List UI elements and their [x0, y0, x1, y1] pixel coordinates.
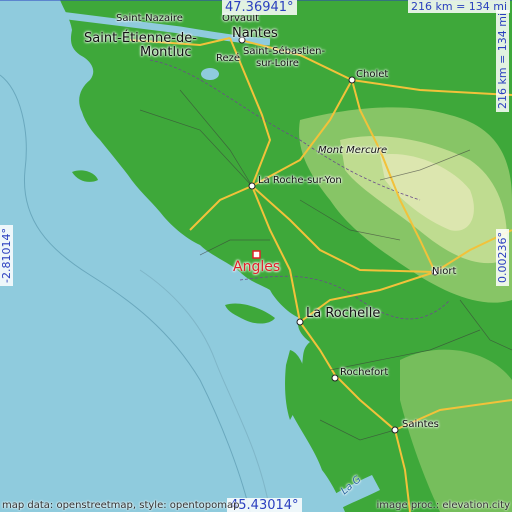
coord-top: 47.36941°	[222, 0, 297, 15]
scale-vertical: 216 km = 134 mi	[496, 9, 509, 112]
target-label: Angles	[233, 259, 281, 275]
attribution-image-proc: image proc.: elevation.city	[376, 500, 511, 511]
coord-left: -2.81014°	[0, 225, 13, 286]
city-label-reze: Rezé	[216, 53, 241, 64]
attribution-map-data: map data: openstreetmap, style: opentopo…	[2, 500, 240, 511]
city-label-rochefort: Rochefort	[340, 367, 389, 378]
city-label-saint-etienne-2: Montluc	[140, 45, 192, 60]
city-label-saintes: Saintes	[402, 419, 439, 430]
city-label-mont-mercure: Mont Mercure	[318, 145, 388, 156]
city-label-saint-nazaire: Saint-Nazaire	[116, 13, 183, 24]
city-label-saint-sebastien-2: sur-Loire	[256, 58, 299, 69]
scale-horizontal: 216 km = 134 mi	[408, 0, 511, 13]
map-canvas	[0, 0, 512, 512]
city-label-cholet: Cholet	[356, 69, 389, 80]
map-view[interactable]: Saint-Nazaire Orvault Nantes Saint-Étien…	[0, 0, 512, 512]
city-label-niort: Niort	[432, 266, 457, 277]
lake	[201, 68, 219, 80]
coord-right: 0.00236°	[496, 229, 509, 286]
city-label-saint-etienne-1: Saint-Étienne-de-	[84, 31, 197, 46]
square-marker-icon[interactable]	[252, 250, 261, 259]
city-label-la-roche-sur-yon: La Roche-sur-Yon	[258, 175, 342, 186]
city-label-saint-sebastien-1: Saint-Sébastien-	[243, 46, 326, 57]
city-label-la-rochelle: La Rochelle	[306, 306, 381, 321]
city-label-nantes: Nantes	[232, 26, 278, 41]
